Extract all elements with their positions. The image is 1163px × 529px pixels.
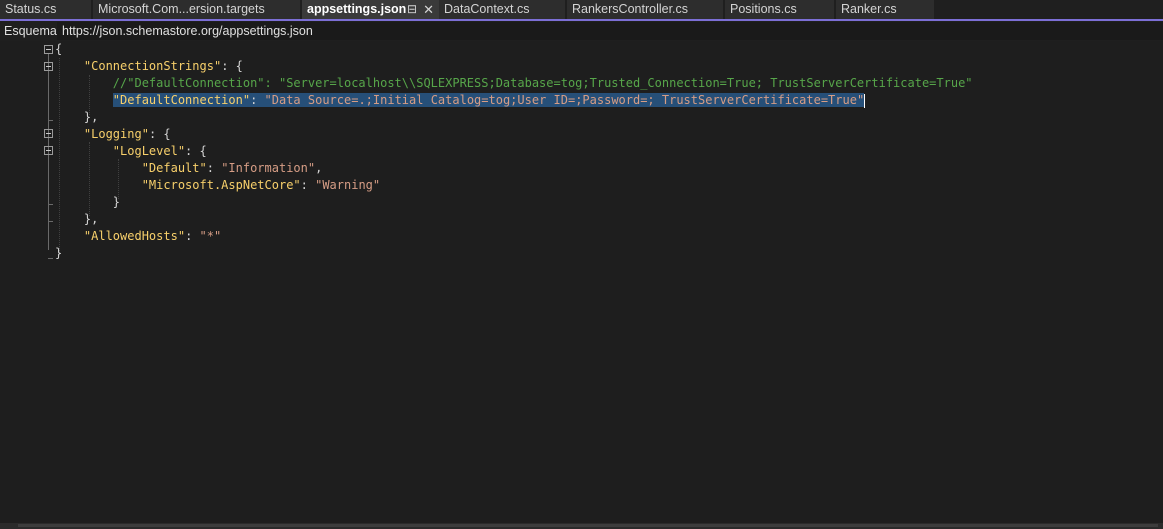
punctuation: } [112,195,121,209]
tab-ranker-cs[interactable]: Ranker.cs [836,0,934,19]
fold-end-marker [48,258,53,259]
tab-status-cs[interactable]: Status.cs [0,0,91,19]
pin-icon[interactable]: ⊟ [407,0,417,19]
punctuation: : { [185,144,207,158]
tab-positions-cs[interactable]: Positions.cs [725,0,834,19]
code-line-7: "LogLevel": { [55,143,207,160]
json-string: "*" [199,229,222,243]
json-string: "Information" [221,161,316,175]
comment: //"DefaultConnection": "Server=localhost… [112,76,973,90]
tab-datacontext-cs[interactable]: DataContext.cs [439,0,565,19]
tab-label: RankersController.cs [572,2,689,16]
fold-end-marker [48,120,53,121]
punctuation: , [315,161,323,175]
code-line-3: //"DefaultConnection": "Server=localhost… [55,75,973,92]
punctuation: : { [148,127,171,141]
json-key: "Logging" [83,127,149,141]
tab-microsoft-targets[interactable]: Microsoft.Com...ersion.targets [93,0,300,19]
selection: "DefaultConnection": "Data Source=.;Init… [112,93,865,107]
code-line-1: { [55,41,62,58]
json-key: "AllowedHosts" [83,229,186,243]
horizontal-scrollbar[interactable] [18,524,1158,527]
close-brace: } [55,246,63,260]
tab-label: DataContext.cs [444,2,530,16]
fold-collapse-icon[interactable] [44,62,53,71]
code-editor[interactable]: { "ConnectionStrings": { //"DefaultConne… [0,41,1163,523]
fold-collapse-icon[interactable] [44,45,53,54]
code-line-4: "DefaultConnection": "Data Source=.;Init… [55,92,866,109]
punctuation: : [250,93,265,107]
tab-label: Ranker.cs [841,2,897,16]
schema-label: Esquema: [4,24,61,38]
punctuation: }, [83,110,99,124]
close-icon[interactable]: ✕ [423,0,434,19]
code-content: { "ConnectionStrings": { //"DefaultConne… [55,41,973,260]
code-line-5: }, [55,109,98,126]
code-line-13: } [55,245,62,262]
fold-end-marker [48,221,53,222]
code-line-9: "Microsoft.AspNetCore": "Warning" [55,177,380,194]
json-key: "Default" [141,161,207,175]
punctuation: : { [221,59,243,73]
code-line-10: } [55,194,120,211]
tab-appsettings-json[interactable]: appsettings.json ⊟ ✕ [302,0,439,19]
fold-end-marker [48,204,53,205]
punctuation: : [206,161,222,175]
tab-label: Positions.cs [730,2,797,16]
text-caret [864,93,866,108]
punctuation: }, [83,212,99,226]
tab-label: appsettings.json [307,2,407,16]
tab-label: Status.cs [5,2,57,16]
schema-bar: Esquema: https://json.schemastore.org/ap… [0,21,1163,41]
code-line-6: "Logging": { [55,126,171,143]
fold-collapse-icon[interactable] [44,129,53,138]
json-key: "Microsoft.AspNetCore" [141,178,301,192]
code-line-12: "AllowedHosts": "*" [55,228,221,245]
json-key: "LogLevel" [112,144,186,158]
json-key: "ConnectionStrings" [83,59,222,73]
fold-collapse-icon[interactable] [44,146,53,155]
punctuation: : [185,229,200,243]
indicator-margin [0,41,17,523]
code-line-2: "ConnectionStrings": { [55,58,243,75]
open-brace: { [55,42,63,56]
json-string: "Data Source=.;Initial Catalog=tog;User … [264,93,865,107]
tab-rankerscontroller-cs[interactable]: RankersController.cs [567,0,723,19]
json-key: "DefaultConnection" [112,93,251,107]
tab-label: Microsoft.Com...ersion.targets [98,2,265,16]
json-string: "Warning" [315,178,381,192]
punctuation: : [300,178,316,192]
document-tab-strip: Status.cs Microsoft.Com...ersion.targets… [0,0,1163,20]
code-line-8: "Default": "Information", [55,160,323,177]
schema-input[interactable]: https://json.schemastore.org/appsettings… [57,22,1163,40]
code-line-11: }, [55,211,98,228]
